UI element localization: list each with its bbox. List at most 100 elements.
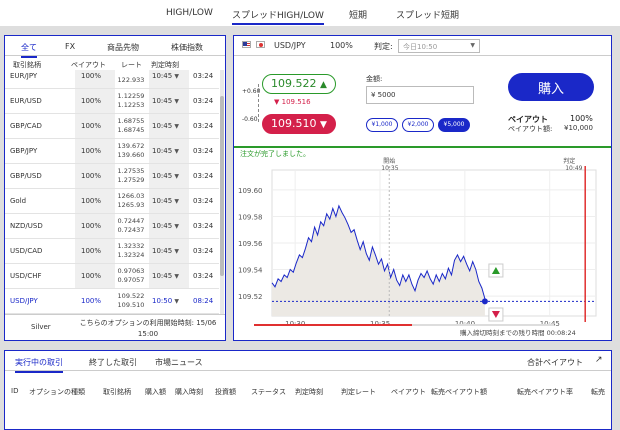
asset-row[interactable]: USD/CHF 100% 0.97063 0.97057 10:45 ▼ 03:24 — [5, 264, 219, 289]
price-chart[interactable]: 109.60109.58109.56109.54109.5210:3010:35… — [234, 156, 611, 338]
trades-column-header: 投資額 — [215, 388, 236, 396]
y-tick-label: 109.60 — [238, 187, 263, 195]
tab-short-term[interactable]: 短期 — [349, 8, 367, 21]
asset-time-select[interactable]: 10:50 ▼ — [149, 289, 189, 313]
top-tab-bar: HIGH/LOW スプレッドHIGH/LOW 短期 スプレッド短期 — [0, 0, 620, 26]
asset-rate-low: 0.72437 — [117, 226, 145, 234]
trades-column-header: 転売ペイアウト額 — [431, 388, 487, 396]
chevron-down-icon: ▼ — [174, 73, 180, 80]
tab-highlow[interactable]: HIGH/LOW — [166, 8, 213, 18]
asset-time: 10:45 — [152, 197, 173, 205]
tab-fx[interactable]: FX — [65, 42, 75, 51]
footer-note-line1: こちらのオプションの利用開始時刻: 15/06 — [79, 319, 217, 327]
tab-closed-trades[interactable]: 終了した取引 — [89, 357, 137, 368]
asset-time: 10:50 — [152, 297, 173, 305]
trades-panel: 実行中の取引 終了した取引 市場ニュース 合計ペイアウト ↗ ID オプションの種… — [4, 350, 612, 430]
mini-scale-bottom: -0.60 — [242, 116, 258, 123]
judge-time-value: 今日10:50 — [403, 43, 438, 51]
footer-symbol: Silver — [31, 323, 51, 331]
asset-row[interactable]: USD/JPY 100% 109.522 109.510 10:50 ▼ 08:24 — [5, 289, 219, 314]
asset-time-select[interactable]: 10:45 ▼ — [149, 239, 189, 263]
asset-rate-high: 1.12259 — [117, 92, 145, 100]
chip-1000[interactable]: ¥1,000 — [366, 118, 398, 132]
high-price-value: 109.522 — [271, 77, 317, 90]
asset-list-panel: 全て FX 商品先物 株価指数 取引銘柄 ペイアウト レート 判定時刻 EUR/… — [4, 35, 226, 341]
asset-payout: 100% — [75, 239, 115, 263]
asset-rate-high: 1.32332 — [117, 242, 145, 250]
asset-rate: 1.27535 1.27529 — [115, 167, 147, 185]
low-price-button[interactable]: 109.510 ▼ — [262, 114, 336, 134]
trades-column-header: 転売 — [591, 388, 605, 396]
pair-payout: 100% — [330, 41, 353, 50]
footer-note: こちらのオプションの利用開始時刻: 15/06 15:00 — [73, 318, 223, 340]
asset-rate-low: 1.68745 — [117, 126, 145, 134]
trades-tabs: 実行中の取引 終了した取引 市場ニュース 合計ペイアウト ↗ — [5, 351, 611, 373]
prev-price: ▼ 109.516 — [274, 98, 311, 106]
asset-category-tabs: 全て FX 商品先物 株価指数 — [5, 36, 225, 58]
asset-remaining: 03:24 — [193, 197, 214, 205]
tab-all[interactable]: 全て — [21, 42, 37, 58]
judge-time-select[interactable]: 今日10:50 ▼ — [398, 39, 480, 53]
asset-remaining: 03:24 — [193, 172, 214, 180]
asset-time-select[interactable]: 10:45 ▼ — [149, 164, 189, 188]
tab-active-trades[interactable]: 実行中の取引 — [15, 357, 63, 373]
trades-column-header: ステータス — [251, 388, 286, 396]
remaining-time-text: 購入締切時刻までの残り時間 00:08:24 — [460, 328, 576, 337]
tab-commodities[interactable]: 商品先物 — [107, 42, 139, 53]
asset-symbol: EUR/JPY — [10, 72, 38, 80]
asset-time-select[interactable]: 10:45 ▼ — [149, 189, 189, 213]
asset-time-select[interactable]: 10:45 ▼ — [149, 89, 189, 113]
asset-row[interactable]: Gold 100% 1266.03 1265.93 10:45 ▼ 03:24 — [5, 189, 219, 214]
buy-button[interactable]: 購入 — [508, 73, 594, 101]
trades-column-header: ペイアウト — [391, 388, 426, 396]
asset-payout: 100% — [75, 139, 115, 163]
start-label: 開始 — [383, 157, 395, 165]
asset-symbol: GBP/USD — [10, 172, 42, 180]
asset-list-footer: Silver こちらのオプションの利用開始時刻: 15/06 15:00 — [5, 314, 225, 340]
asset-row[interactable]: NZD/USD 100% 0.72447 0.72437 10:45 ▼ 03:24 — [5, 214, 219, 239]
asset-remaining: 03:24 — [193, 222, 214, 230]
asset-payout: 100% — [75, 114, 115, 138]
asset-time-select[interactable]: 10:45 ▼ — [149, 114, 189, 138]
amount-input[interactable]: ¥ 5000 — [366, 86, 474, 104]
chip-2000[interactable]: ¥2,000 — [402, 118, 434, 132]
asset-row[interactable]: GBP/CAD 100% 1.68755 1.68745 10:45 ▼ 03:24 — [5, 114, 219, 139]
chevron-down-icon: ▼ — [174, 98, 180, 105]
asset-remaining: 08:24 — [193, 297, 214, 305]
asset-rate: 1.32332 1.32324 — [115, 242, 147, 260]
asset-row[interactable]: GBP/JPY 100% 139.672 139.660 10:45 ▼ 03:24 — [5, 139, 219, 164]
tab-spread-highlow[interactable]: スプレッドHIGH/LOW — [232, 8, 324, 25]
asset-symbol: GBP/CAD — [10, 122, 42, 130]
asset-rate-low: 1.32324 — [117, 251, 145, 259]
tab-market-news[interactable]: 市場ニュース — [155, 357, 203, 368]
amount-value: ¥ 5000 — [371, 91, 396, 99]
export-icon[interactable]: ↗ — [595, 355, 603, 365]
high-price-button[interactable]: 109.522 ▲ — [262, 74, 336, 94]
asset-row[interactable]: USD/CAD 100% 1.32332 1.32324 10:45 ▼ 03:24 — [5, 239, 219, 264]
asset-time-select[interactable]: 10:45 ▼ — [149, 264, 189, 288]
current-rate-marker — [481, 298, 488, 305]
chevron-down-icon: ▼ — [174, 248, 180, 255]
tab-spread-short-term[interactable]: スプレッド短期 — [396, 8, 459, 21]
asset-remaining: 03:24 — [193, 97, 214, 105]
asset-time: 10:45 — [152, 247, 173, 255]
asset-row[interactable]: EUR/JPY 100% 122.933 10:45 ▼ 03:24 — [5, 70, 219, 89]
asset-time-select[interactable]: 10:45 ▼ — [149, 70, 189, 88]
payout-value: 100% — [570, 114, 593, 123]
asset-rate: 122.933 — [115, 70, 147, 85]
judge-label: 判定 — [563, 157, 575, 165]
trades-column-header: 転売ペイアウト率 — [517, 388, 573, 396]
asset-time-select[interactable]: 10:45 ▼ — [149, 214, 189, 238]
asset-list-scroll-thumb[interactable] — [220, 96, 224, 276]
arrow-up-icon: ▲ — [320, 80, 327, 90]
chip-5000[interactable]: ¥5,000 — [438, 118, 470, 132]
asset-row[interactable]: GBP/USD 100% 1.27535 1.27529 10:45 ▼ 03:24 — [5, 164, 219, 189]
timeline-progress — [254, 324, 412, 326]
asset-time-select[interactable]: 10:45 ▼ — [149, 139, 189, 163]
tab-indices[interactable]: 株価指数 — [171, 42, 203, 53]
asset-payout: 100% — [75, 89, 115, 113]
prev-price-value: 109.516 — [281, 98, 311, 106]
asset-row[interactable]: EUR/USD 100% 1.12259 1.12253 10:45 ▼ 03:24 — [5, 89, 219, 114]
asset-rate-low: 109.510 — [117, 301, 145, 309]
trades-column-header: 判定時刻 — [295, 388, 323, 396]
